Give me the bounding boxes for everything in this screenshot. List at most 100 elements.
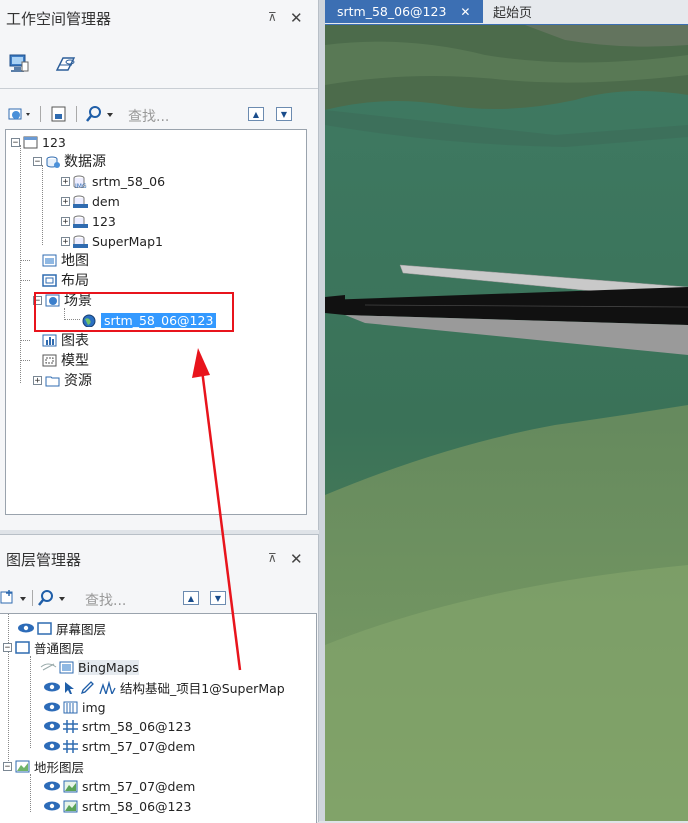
search-prev-button[interactable]: ▲ [248,107,264,121]
tree-node-datasource[interactable]: + SuperMap1 [61,231,163,251]
search-next-button[interactable]: ▼ [276,107,292,121]
image-datasource-icon: IMG [73,175,87,188]
layout-folder-icon [42,273,57,287]
workspace-save-icon[interactable] [50,105,68,123]
terrain-layer-group-icon [15,760,30,772]
tree-node-resources[interactable]: + 资源 [33,370,92,390]
tree-node-label: 数据源 [64,154,106,170]
visibility-eye-icon[interactable] [44,702,61,712]
resource-folder-icon [45,376,60,386]
toolbar-separator [32,590,33,606]
tree-node-label: 地图 [61,253,89,269]
expand-icon[interactable]: + [61,216,70,226]
layer-toolbar: 查找... ▲ ▼ [0,588,316,610]
scene-view[interactable] [325,25,688,821]
tree-node-label: 123 [42,134,66,150]
layer-group-normal[interactable]: − 普通图层 [3,637,84,657]
tree-node-label: 模型 [61,353,89,369]
toolbar-separator [76,106,77,122]
layer-panel: 图层管理器 ⊼ ✕ 查找... ▲ ▼ 屏幕图层 − 普通图层 BingMaps… [0,534,319,823]
edit-pencil-icon[interactable] [80,680,95,694]
terrain-item-srtm5707[interactable]: srtm_57_07@dem [44,776,195,796]
layer-panel-title: 图层管理器 [6,551,82,569]
layer-label: srtm_58_06@123 [82,718,192,734]
search-input[interactable]: 查找... [85,590,165,610]
expand-icon[interactable]: + [61,176,70,186]
tree-node-charts[interactable]: 图表 [42,330,89,350]
chart-folder-icon [42,334,57,346]
layer-item-bingmaps[interactable]: BingMaps [40,657,139,677]
layer-label: img [82,699,106,715]
pin-icon[interactable]: ⊼ [268,551,277,565]
workspace-tab-icon[interactable] [8,52,30,74]
tree-node-label: 图表 [61,333,89,349]
tree-node-datasource[interactable]: + 123 [61,211,116,231]
tree-node-models[interactable]: 模型 [42,350,89,370]
expand-icon[interactable]: + [33,375,42,385]
annotation-highlight-box [34,292,234,332]
workspace-panel-title: 工作空间管理器 [6,10,112,28]
normal-layer-group-icon [15,640,30,654]
toolbar-separator [40,106,41,122]
layer-label: srtm_58_06@123 [82,798,192,814]
tree-node-layouts[interactable]: 布局 [42,270,89,290]
add-layer-icon[interactable] [0,589,30,607]
scene-canvas[interactable] [325,25,688,821]
search-icon[interactable] [38,589,68,607]
screen-layer-icon [37,621,52,635]
collapse-icon[interactable]: − [3,642,12,652]
layer-item-screen[interactable]: 屏幕图层 [18,618,106,638]
close-panel-button[interactable]: ✕ [290,550,303,568]
resource-tab-icon[interactable] [54,53,76,75]
visibility-eye-icon[interactable] [18,623,35,633]
grid-layer-icon [63,739,78,753]
tab-label: 起始页 [493,6,533,21]
search-input[interactable]: 查找... [128,106,238,126]
tree-node-label: 布局 [61,273,89,289]
visibility-eye-icon[interactable] [44,781,61,791]
collapse-icon[interactable]: − [33,156,42,166]
tree-node-datasources[interactable]: − 数据源 [33,151,106,171]
close-panel-button[interactable]: ✕ [290,9,303,27]
layer-label: 地形图层 [34,759,85,775]
layer-label: 屏幕图层 [56,621,107,637]
visibility-eye-icon[interactable] [44,741,61,751]
layer-item-srtm5707[interactable]: srtm_57_07@dem [44,736,195,756]
close-tab-button[interactable]: ✕ [460,5,470,19]
collapse-icon[interactable]: − [11,137,20,147]
tree-node-label: 123 [92,213,116,229]
grid-layer-icon [63,719,78,733]
workspace-panel: 工作空间管理器 ⊼ ✕ 查找... ▲ ▼ − 123 − 数据源 + IMG … [0,0,319,530]
tree-node-maps[interactable]: 地图 [42,250,89,270]
expand-icon[interactable]: + [61,196,70,206]
pin-icon[interactable]: ⊼ [268,10,277,24]
tree-node-datasource[interactable]: + dem [61,191,120,211]
tree-node-datasource[interactable]: + IMG srtm_58_06 [61,171,165,191]
tab-label: srtm_58_06@123 [337,4,447,19]
tab-start-page[interactable]: 起始页 [493,0,532,23]
snap-icon[interactable] [99,680,116,694]
collapse-icon[interactable]: − [3,761,12,771]
visibility-eye-icon[interactable] [44,721,61,731]
visibility-eye-icon[interactable] [44,682,61,692]
workspace-options-icon[interactable] [8,106,34,122]
tree-node-label: dem [92,193,120,209]
expand-icon[interactable]: + [61,236,70,246]
visibility-hidden-icon[interactable] [40,662,57,672]
layer-group-terrain[interactable]: − 地形图层 [3,756,84,776]
search-icon[interactable] [86,105,116,123]
tree-node-workspace[interactable]: − 123 [11,132,66,152]
terrain-layer-icon [63,800,78,812]
visibility-eye-icon[interactable] [44,801,61,811]
layer-item-structure[interactable]: 结构基础_项目1@SuperMap [44,677,285,697]
terrain-item-srtm5806[interactable]: srtm_58_06@123 [44,796,191,816]
udbx-datasource-icon [73,215,88,228]
layer-item-img[interactable]: img [44,697,106,717]
tab-scene[interactable]: srtm_58_06@123 ✕ [325,0,483,23]
layer-item-srtm5806[interactable]: srtm_58_06@123 [44,716,191,736]
imagery-layer-icon [59,661,74,673]
model-folder-icon [42,354,57,366]
workspace-icon [23,136,38,148]
terrain-layer-icon [63,780,78,792]
select-cursor-icon[interactable] [63,681,76,694]
